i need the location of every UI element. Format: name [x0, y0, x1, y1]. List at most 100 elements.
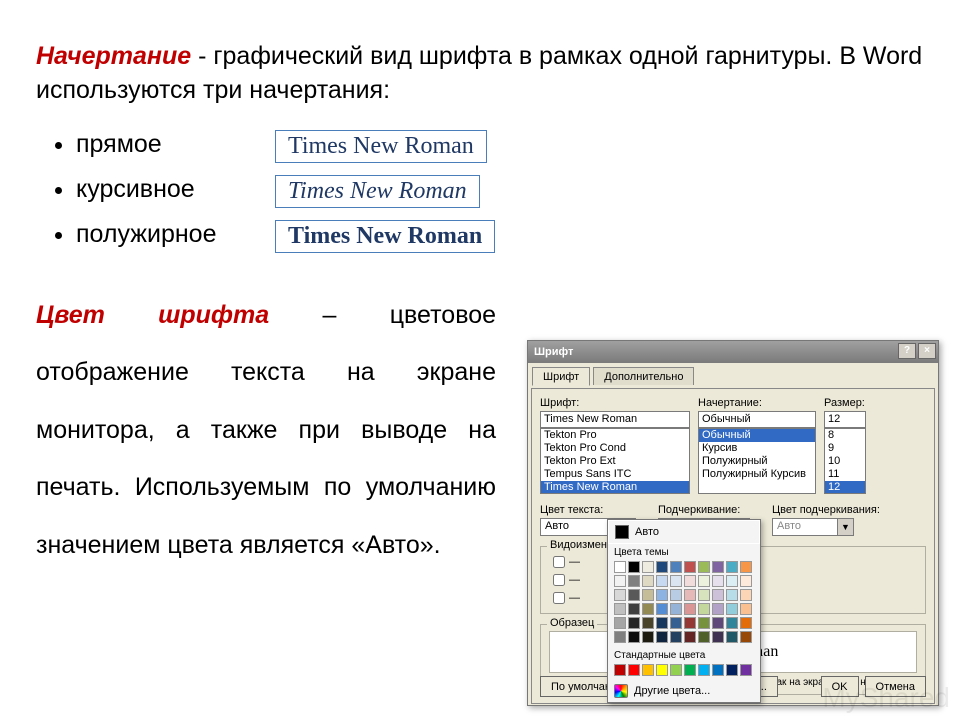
color-swatch[interactable]: [656, 631, 668, 643]
font-opt[interactable]: Tekton Pro: [541, 429, 689, 442]
color-auto-item[interactable]: Авто: [608, 520, 760, 544]
color-swatch[interactable]: [614, 561, 626, 573]
color-swatch[interactable]: [698, 589, 710, 601]
color-swatch[interactable]: [726, 561, 738, 573]
style-opt[interactable]: Полужирный Курсив: [699, 468, 815, 481]
color-swatch[interactable]: [726, 664, 738, 676]
color-swatch[interactable]: [656, 664, 668, 676]
color-swatch[interactable]: [628, 631, 640, 643]
size-input[interactable]: 12: [824, 411, 866, 428]
color-swatch[interactable]: [684, 631, 696, 643]
color-swatch[interactable]: [740, 603, 752, 615]
size-opt[interactable]: 9: [825, 442, 865, 455]
cancel-button[interactable]: Отмена: [865, 676, 926, 697]
color-swatch[interactable]: [642, 631, 654, 643]
help-icon[interactable]: ?: [898, 343, 916, 359]
color-swatch[interactable]: [740, 575, 752, 587]
color-swatch[interactable]: [712, 589, 724, 601]
tab-advanced[interactable]: Дополнительно: [593, 367, 694, 385]
color-swatch[interactable]: [698, 631, 710, 643]
font-opt[interactable]: Tekton Pro Cond: [541, 442, 689, 455]
color-swatch[interactable]: [642, 575, 654, 587]
color-swatch[interactable]: [740, 617, 752, 629]
color-swatch[interactable]: [712, 617, 724, 629]
color-swatch[interactable]: [698, 561, 710, 573]
style-opt[interactable]: Курсив: [699, 442, 815, 455]
color-swatch[interactable]: [726, 575, 738, 587]
color-swatch[interactable]: [642, 617, 654, 629]
color-swatch[interactable]: [642, 561, 654, 573]
font-opt-selected[interactable]: Times New Roman: [541, 481, 689, 494]
size-opt[interactable]: 11: [825, 468, 865, 481]
color-swatch[interactable]: [712, 603, 724, 615]
color-swatch[interactable]: [614, 589, 626, 601]
color-swatch[interactable]: [656, 561, 668, 573]
ok-button[interactable]: OK: [821, 676, 859, 697]
color-swatch[interactable]: [628, 664, 640, 676]
color-swatch[interactable]: [684, 575, 696, 587]
color-swatch[interactable]: [628, 603, 640, 615]
size-opt[interactable]: 8: [825, 429, 865, 442]
color-swatch[interactable]: [740, 631, 752, 643]
size-listbox[interactable]: 8 9 10 11 12: [824, 428, 866, 494]
color-swatch[interactable]: [670, 575, 682, 587]
color-swatch[interactable]: [712, 631, 724, 643]
color-swatch[interactable]: [684, 617, 696, 629]
color-swatch[interactable]: [656, 617, 668, 629]
color-swatch[interactable]: [684, 589, 696, 601]
std-color-row[interactable]: [608, 662, 760, 680]
font-listbox[interactable]: Tekton Pro Tekton Pro Cond Tekton Pro Ex…: [540, 428, 690, 494]
color-swatch[interactable]: [614, 575, 626, 587]
color-swatch[interactable]: [684, 664, 696, 676]
color-swatch[interactable]: [684, 561, 696, 573]
color-swatch[interactable]: [656, 575, 668, 587]
style-listbox[interactable]: Обычный Курсив Полужирный Полужирный Кур…: [698, 428, 816, 494]
size-opt[interactable]: 10: [825, 455, 865, 468]
color-swatch[interactable]: [726, 589, 738, 601]
color-swatch[interactable]: [642, 664, 654, 676]
color-swatch[interactable]: [712, 575, 724, 587]
theme-color-grid[interactable]: [608, 559, 760, 647]
color-swatch[interactable]: [656, 589, 668, 601]
color-swatch[interactable]: [628, 589, 640, 601]
color-swatch[interactable]: [698, 664, 710, 676]
color-swatch[interactable]: [726, 617, 738, 629]
color-swatch[interactable]: [628, 617, 640, 629]
check-generic[interactable]: —: [549, 589, 580, 607]
color-swatch[interactable]: [726, 631, 738, 643]
style-opt[interactable]: Полужирный: [699, 455, 815, 468]
color-swatch[interactable]: [614, 631, 626, 643]
style-input[interactable]: Обычный: [698, 411, 816, 428]
color-swatch[interactable]: [614, 664, 626, 676]
color-swatch[interactable]: [698, 617, 710, 629]
tab-font[interactable]: Шрифт: [532, 367, 590, 386]
color-swatch[interactable]: [726, 603, 738, 615]
color-swatch[interactable]: [614, 617, 626, 629]
underline-color-combo[interactable]: Авто ▼: [772, 518, 854, 536]
check-generic[interactable]: —: [549, 571, 580, 589]
chevron-down-icon[interactable]: ▼: [838, 518, 854, 536]
font-opt[interactable]: Tempus Sans ITC: [541, 468, 689, 481]
style-opt-selected[interactable]: Обычный: [699, 429, 815, 442]
font-opt[interactable]: Tekton Pro Ext: [541, 455, 689, 468]
color-swatch[interactable]: [740, 561, 752, 573]
size-opt-selected[interactable]: 12: [825, 481, 865, 494]
color-swatch[interactable]: [684, 603, 696, 615]
font-input[interactable]: Times New Roman: [540, 411, 690, 428]
color-swatch[interactable]: [642, 603, 654, 615]
color-swatch[interactable]: [670, 664, 682, 676]
color-swatch[interactable]: [740, 664, 752, 676]
color-swatch[interactable]: [712, 664, 724, 676]
color-swatch[interactable]: [642, 589, 654, 601]
color-swatch[interactable]: [670, 617, 682, 629]
close-icon[interactable]: ×: [918, 343, 936, 359]
more-colors-item[interactable]: Другие цвета...: [608, 680, 760, 702]
color-swatch[interactable]: [670, 589, 682, 601]
color-swatch[interactable]: [712, 561, 724, 573]
color-swatch[interactable]: [740, 589, 752, 601]
color-swatch[interactable]: [670, 631, 682, 643]
color-swatch[interactable]: [656, 603, 668, 615]
color-swatch[interactable]: [670, 561, 682, 573]
color-swatch[interactable]: [670, 603, 682, 615]
color-swatch[interactable]: [628, 561, 640, 573]
